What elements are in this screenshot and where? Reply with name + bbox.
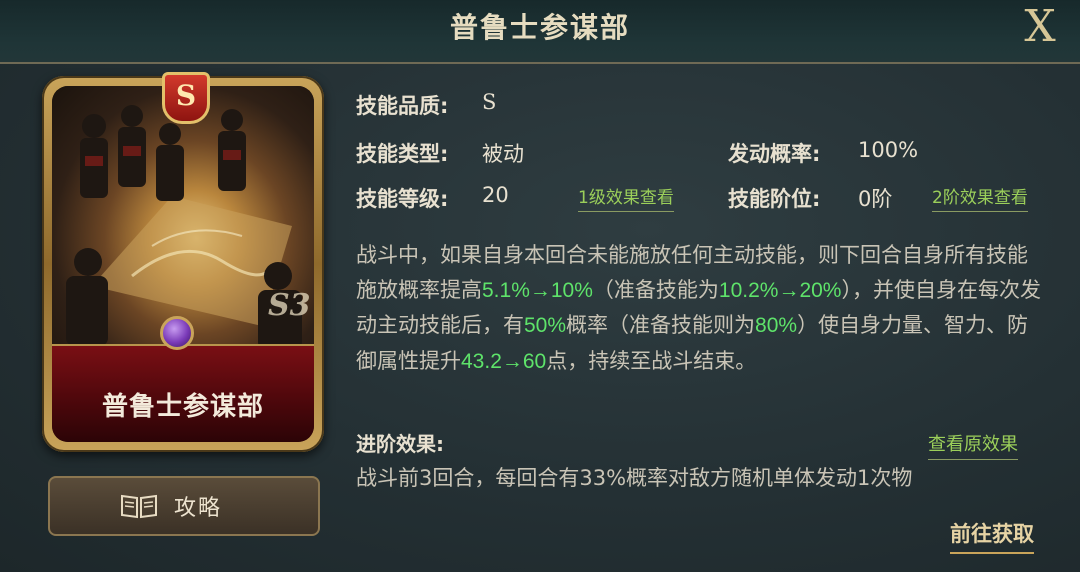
- desc-text-4: 概率（准备技能则为: [566, 313, 756, 337]
- grade-badge: S: [162, 72, 210, 124]
- rank-value: 0阶: [858, 187, 893, 211]
- desc-text-6: 点，持续至战斗结束。: [546, 348, 757, 373]
- go-acquire-button[interactable]: 前往获取: [950, 518, 1034, 554]
- book-icon: [121, 494, 157, 519]
- advanced-effect-text: 战斗前3回合，每回合有33%概率对敌方随机单体发动1次物: [356, 466, 913, 490]
- skill-card: 普鲁士参谋部 S3: [42, 76, 324, 452]
- rank-effect-link[interactable]: 2阶效果查看: [932, 183, 1028, 212]
- desc-highlight-4: 80%: [755, 314, 798, 337]
- guide-label: 攻略: [174, 496, 223, 521]
- rate-value: 100%: [858, 138, 919, 162]
- page-title: 普鲁士参谋部: [449, 11, 630, 44]
- quality-value: S: [482, 90, 497, 114]
- close-button[interactable]: X: [1016, 2, 1064, 52]
- card-frame: 普鲁士参谋部: [52, 86, 314, 442]
- purple-gem-icon: [160, 316, 194, 350]
- quality-label: 技能品质:: [356, 94, 449, 118]
- desc-highlight-5: 43.2→60: [461, 349, 547, 373]
- desc-text-2: （准备技能为: [592, 277, 719, 302]
- title-bar: 普鲁士参谋部 X: [0, 0, 1080, 64]
- card-name: 普鲁士参谋部: [101, 392, 264, 422]
- guide-button[interactable]: 攻略: [48, 476, 320, 536]
- level-label: 技能等级:: [356, 187, 449, 211]
- rate-label: 发动概率:: [728, 142, 821, 166]
- rank-label: 技能阶位:: [728, 187, 821, 211]
- type-value: 被动: [482, 142, 524, 166]
- level-value: 20: [482, 183, 509, 207]
- desc-highlight-3: 50%: [524, 314, 567, 337]
- advanced-effect-label: 进阶效果:: [356, 432, 444, 456]
- skill-description: 战斗中，如果自身本回合未能施放任何主动技能，则下回合自身所有技能施放概率提高5.…: [356, 238, 1046, 379]
- season-mark: S3: [268, 288, 311, 323]
- desc-highlight-1: 5.1%→10%: [482, 278, 593, 302]
- type-label: 技能类型:: [356, 142, 449, 166]
- desc-highlight-2: 10.2%→20%: [718, 278, 842, 302]
- level-effect-link[interactable]: 1级效果查看: [578, 183, 674, 212]
- view-original-effect-link[interactable]: 查看原效果: [928, 430, 1018, 460]
